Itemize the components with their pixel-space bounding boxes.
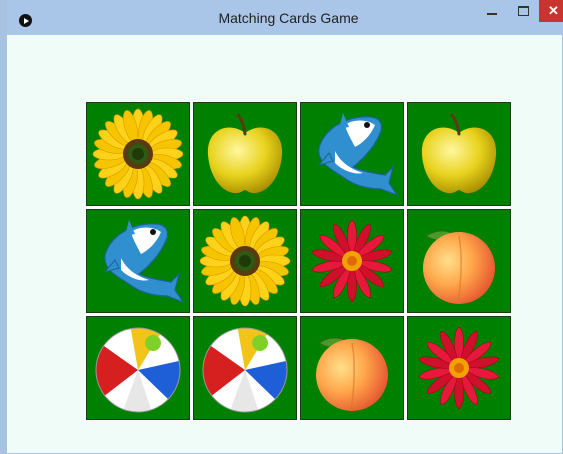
card-beach-ball[interactable] — [193, 316, 297, 420]
card-peach[interactable] — [300, 316, 404, 420]
title-bar[interactable]: Matching Cards Game ✕ — [7, 0, 563, 35]
maximize-button[interactable] — [510, 0, 536, 22]
card-apple[interactable] — [193, 102, 297, 206]
card-red-flower[interactable] — [407, 316, 511, 420]
card-apple[interactable] — [407, 102, 511, 206]
card-sunflower[interactable] — [86, 102, 190, 206]
card-shark[interactable] — [300, 102, 404, 206]
close-button[interactable]: ✕ — [539, 0, 563, 22]
card-beach-ball[interactable] — [86, 316, 190, 420]
card-shark[interactable] — [86, 209, 190, 313]
card-peach[interactable] — [407, 209, 511, 313]
card-sunflower[interactable] — [193, 209, 297, 313]
minimize-button[interactable] — [480, 0, 506, 22]
app-window: Matching Cards Game ✕ — [0, 0, 563, 454]
card-red-flower[interactable] — [300, 209, 404, 313]
card-grid — [85, 101, 511, 421]
